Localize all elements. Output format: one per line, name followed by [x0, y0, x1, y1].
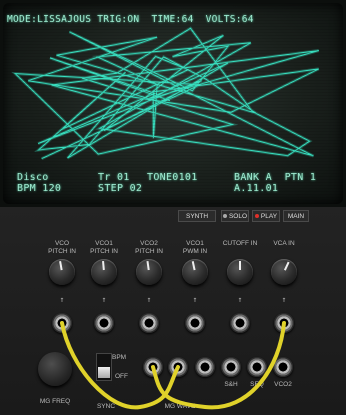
vco2-pitch-in-label: VCO2 PITCH IN — [135, 240, 163, 255]
track-readout: Tr 01 — [98, 172, 130, 183]
cutoff-knob[interactable] — [227, 259, 253, 285]
arrow-up-icon: ↑ — [281, 295, 287, 304]
bpm-switch-label: BPM — [112, 354, 127, 361]
vco1-pitch-in-label: VCO1 PITCH IN — [90, 240, 118, 255]
vco-pitch-knob[interactable] — [49, 259, 75, 285]
mg-freq-label: MG FREQ — [39, 398, 71, 405]
play-led-icon — [254, 214, 259, 218]
vco2-pitch-knob[interactable] — [136, 259, 162, 285]
tone-readout: TONE0101 — [147, 172, 198, 183]
off-switch-label: OFF — [115, 373, 128, 380]
vco1-pwm-knob[interactable] — [182, 259, 208, 285]
vco1-pwm-in-label: VCO1 PWM IN — [182, 240, 208, 255]
vca-in-label: VCA IN — [273, 240, 295, 247]
arrow-up-icon: ↑ — [192, 295, 198, 304]
mg-freq-knob[interactable] — [38, 352, 72, 386]
solo-button[interactable]: SOLO — [221, 210, 249, 222]
bank-pattern-readout: BANK A PTN 1 — [234, 172, 317, 183]
vco1-pitch-knob[interactable] — [91, 259, 117, 285]
trace-line — [13, 27, 319, 160]
mode-line: MODE:LISSAJOUS TRIG:ON TIME:64 VOLTS:64 — [7, 14, 254, 25]
mg-wave-triangle-jack[interactable] — [168, 357, 188, 377]
vco2-label: VCO2 — [274, 381, 292, 388]
vco1-pwm-jack[interactable] — [185, 313, 205, 333]
play-button[interactable]: PLAY — [252, 210, 280, 222]
vco2-out-jack[interactable] — [273, 357, 293, 377]
mg-wave-sh-jack[interactable] — [221, 357, 241, 377]
seq-jack[interactable] — [247, 357, 267, 377]
song-name: Disco — [17, 172, 49, 183]
arrow-up-icon: ↑ — [101, 295, 107, 304]
mg-wave-square-jack[interactable] — [195, 357, 215, 377]
sync-label: SYNC — [96, 403, 116, 410]
arrow-up-icon: ↑ — [59, 295, 65, 304]
oscilloscope-screen: MODE:LISSAJOUS TRIG:ON TIME:64 VOLTS:64 … — [3, 3, 343, 204]
vca-jack[interactable] — [274, 313, 294, 333]
vco-pitch-jack[interactable] — [52, 313, 72, 333]
sync-switch[interactable] — [96, 353, 112, 381]
main-button[interactable]: MAIN — [283, 210, 309, 222]
arrow-up-icon: ↑ — [237, 295, 243, 304]
bpm-readout: BPM 120 — [17, 183, 62, 194]
oscilloscope-frame: MODE:LISSAJOUS TRIG:ON TIME:64 VOLTS:64 … — [0, 0, 346, 207]
mg-wave-label: MG WAVE — [164, 403, 196, 410]
solo-led-icon — [222, 214, 227, 218]
vca-knob[interactable] — [271, 259, 297, 285]
patch-panel: SYNTH SOLO PLAY MAIN VCO PITCH IN VCO1 PIT… — [0, 207, 346, 415]
vco-pitch-in-label: VCO PITCH IN — [48, 240, 76, 255]
mg-wave-saw-jack[interactable] — [143, 357, 163, 377]
arrow-up-icon: ↑ — [146, 295, 152, 304]
cutoff-in-label: CUTOFF IN — [222, 240, 258, 247]
vco2-pitch-jack[interactable] — [139, 313, 159, 333]
position-readout: A.11.01 — [234, 183, 279, 194]
synth-button[interactable]: SYNTH — [178, 210, 216, 222]
step-readout: STEP 02 — [98, 183, 143, 194]
vco1-pitch-jack[interactable] — [94, 313, 114, 333]
cutoff-jack[interactable] — [230, 313, 250, 333]
